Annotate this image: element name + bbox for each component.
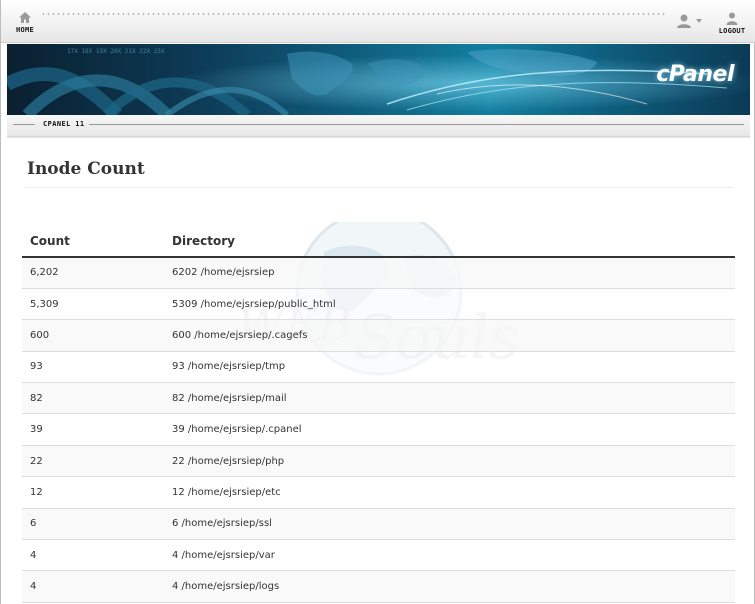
directory-cell: 4 /home/ejsrsiep/logs bbox=[172, 570, 735, 603]
table-row: 39 39 /home/ejsrsiep/.cpanel bbox=[22, 413, 735, 446]
logout-button[interactable]: LOGOUT bbox=[715, 12, 749, 40]
directory-cell: 600 /home/ejsrsiep/.cagefs bbox=[172, 319, 735, 352]
banner-artwork: 17X 18X 19X 20X 21X 22X 23X bbox=[7, 44, 750, 115]
page-title: Inode Count bbox=[27, 159, 145, 179]
user-icon bbox=[677, 14, 691, 28]
table-header-row: Count Directory bbox=[22, 226, 735, 258]
count-cell: 12 bbox=[22, 476, 172, 509]
logout-label: LOGOUT bbox=[718, 27, 746, 35]
count-cell: 93 bbox=[22, 351, 172, 384]
main-content: Inode Count WEB Souls Count Directory 6,… bbox=[7, 137, 750, 604]
table-row: 22 22 /home/ejsrsiep/php bbox=[22, 445, 735, 478]
table-row: 93 93 /home/ejsrsiep/tmp bbox=[22, 351, 735, 384]
home-icon bbox=[19, 12, 31, 23]
table-row: 6 6 /home/ejsrsiep/ssl bbox=[22, 508, 735, 541]
cpanel-window: HOME LOGOUT 17X 18X 19X 20X 21X 22X 23X … bbox=[0, 0, 755, 604]
directory-cell: 6 /home/ejsrsiep/ssl bbox=[172, 508, 735, 541]
column-header-count[interactable]: Count bbox=[22, 226, 172, 258]
directory-cell: 5309 /home/ejsrsiep/public_html bbox=[172, 288, 735, 321]
version-label: CPANEL 11 bbox=[43, 120, 85, 128]
count-cell: 4 bbox=[22, 539, 172, 572]
top-navigation-bar: HOME LOGOUT bbox=[1, 0, 755, 43]
directory-cell: 6202 /home/ejsrsiep bbox=[172, 257, 735, 289]
strip-rule-right bbox=[89, 124, 744, 125]
count-cell: 6,202 bbox=[22, 257, 172, 289]
table-row: 6,202 6202 /home/ejsrsiep bbox=[22, 257, 735, 289]
count-cell: 600 bbox=[22, 319, 172, 352]
caret-down-icon bbox=[696, 19, 702, 23]
directory-cell: 22 /home/ejsrsiep/php bbox=[172, 445, 735, 478]
directory-cell: 82 /home/ejsrsiep/mail bbox=[172, 382, 735, 415]
cpanel-logo: cPanel bbox=[656, 62, 734, 87]
svg-text:17X 18X 19X 20X 21X: 17X 18X 19X 20X 21X 22X 23X bbox=[67, 48, 165, 55]
home-label: HOME bbox=[15, 26, 35, 34]
cpanel-banner: 17X 18X 19X 20X 21X 22X 23X cPanel bbox=[7, 44, 750, 115]
table-row: 12 12 /home/ejsrsiep/etc bbox=[22, 476, 735, 509]
count-cell: 82 bbox=[22, 382, 172, 415]
column-header-directory[interactable]: Directory bbox=[172, 226, 735, 258]
table-row: 4 4 /home/ejsrsiep/logs bbox=[22, 570, 735, 603]
home-button[interactable]: HOME bbox=[11, 11, 39, 39]
count-cell: 39 bbox=[22, 413, 172, 446]
logout-icon bbox=[726, 12, 738, 25]
count-cell: 4 bbox=[22, 570, 172, 603]
directory-cell: 12 /home/ejsrsiep/etc bbox=[172, 476, 735, 509]
directory-cell: 4 /home/ejsrsiep/var bbox=[172, 539, 735, 572]
title-divider bbox=[25, 187, 734, 188]
count-cell: 5,309 bbox=[22, 288, 172, 321]
dotted-divider bbox=[41, 12, 666, 16]
strip-rule-left bbox=[13, 124, 35, 125]
count-cell: 22 bbox=[22, 445, 172, 478]
table-row: 5,309 5309 /home/ejsrsiep/public_html bbox=[22, 288, 735, 321]
table-row: 4 4 /home/ejsrsiep/var bbox=[22, 539, 735, 572]
table-row: 82 82 /home/ejsrsiep/mail bbox=[22, 382, 735, 415]
inode-count-table: Count Directory 6,202 6202 /home/ejsrsie… bbox=[22, 226, 735, 603]
directory-cell: 93 /home/ejsrsiep/tmp bbox=[172, 351, 735, 384]
count-cell: 6 bbox=[22, 508, 172, 541]
table-row: 600 600 /home/ejsrsiep/.cagefs bbox=[22, 319, 735, 352]
version-strip: CPANEL 11 bbox=[7, 115, 750, 137]
user-menu[interactable] bbox=[676, 14, 708, 30]
directory-cell: 39 /home/ejsrsiep/.cpanel bbox=[172, 413, 735, 446]
